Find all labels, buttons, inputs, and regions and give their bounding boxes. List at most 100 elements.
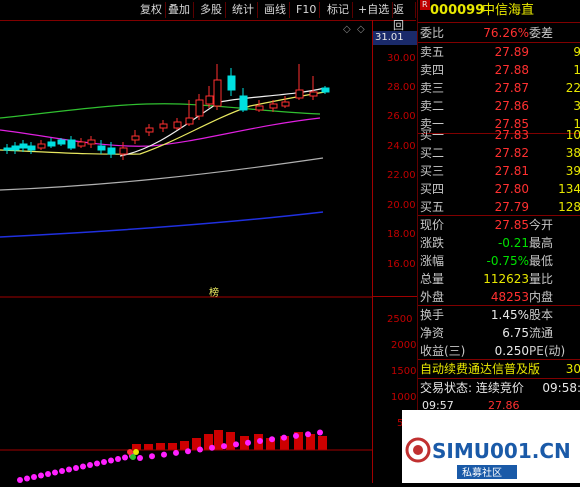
bid-price: 27.83 [494, 128, 529, 142]
candle-body [255, 105, 264, 111]
signal-marker [133, 449, 139, 455]
ask-row[interactable]: 卖三 27.87 22 [418, 79, 580, 97]
quote-label: 外盘 [420, 290, 445, 304]
stat-label: 净资 [420, 326, 445, 340]
draw-line-button[interactable]: 画线 [261, 2, 290, 18]
watermark: SIMU001.CN 私募社区 [402, 410, 580, 483]
ask-row[interactable]: 卖二 27.86 3 [418, 97, 580, 115]
quote-label: 内盘 [529, 290, 554, 304]
bid-volume: 38 [565, 146, 580, 160]
watermark-url: SIMU001.CN [432, 439, 571, 463]
watermark-tagline: 私募社区 [462, 466, 502, 479]
chart-marker: 榜 [209, 286, 219, 299]
quote-row: 外盘 48253 内盘 [418, 288, 580, 306]
add-favorite-button[interactable]: +自选 [355, 2, 394, 18]
diamond-icon[interactable]: ◇ [343, 24, 351, 35]
bid-row[interactable]: 买五 27.79 128 [418, 198, 580, 216]
indicator-dot [149, 453, 155, 460]
bid-price: 27.81 [494, 164, 529, 178]
bid-row[interactable]: 买三 27.81 39 [418, 162, 580, 180]
quote-label: 量比 [529, 272, 554, 286]
quote-value: 27.85 [494, 218, 529, 232]
candle-body [3, 147, 12, 151]
indicator-dot [197, 446, 203, 453]
stat-row: 净资 6.75 流通 [418, 324, 580, 342]
bid-row[interactable]: 买二 27.82 38 [418, 144, 580, 162]
indicator-dot [122, 454, 128, 461]
candle-body [173, 121, 182, 129]
quote-label: 今开 [529, 218, 554, 232]
stat-label: 收益(三) [420, 344, 466, 358]
quote-value: 112623 [483, 272, 529, 286]
statistics-button[interactable]: 统计 [229, 2, 258, 18]
current-price-tag: 31.01 [373, 31, 417, 45]
bid-volume: 128 [558, 200, 580, 214]
bid-label: 买一 [420, 128, 445, 142]
kline-chart[interactable]: ◇ ◇ 榜 [0, 20, 372, 483]
mark-button[interactable]: 标记 [324, 2, 353, 18]
candle-body [107, 147, 116, 155]
volume-tick: 2500 [387, 314, 413, 325]
weibi-row: 委比 76.26% 委差 [420, 26, 554, 40]
trade-status-row: 交易状态: 连续竞价 09:58: [420, 381, 580, 395]
candle-body [239, 95, 248, 111]
promo-row[interactable]: 自动续费通达信普及版 30 [418, 360, 580, 378]
ask-price: 27.89 [494, 45, 529, 59]
quote-value: -0.21 [497, 236, 529, 250]
ask-label: 卖三 [420, 81, 445, 95]
ask-volume: 22 [565, 81, 580, 95]
volume-bar [156, 443, 165, 450]
stat-row: 收益(三) 0.250 PE(动) [418, 342, 580, 360]
diamond-icon[interactable]: ◇ [357, 24, 365, 35]
indicator-dot [269, 436, 275, 443]
candle-body [87, 139, 96, 145]
indicator-dot [257, 438, 263, 444]
indicator-dot [161, 451, 167, 458]
fuquan-button[interactable]: 复权 [137, 2, 166, 18]
bid-label: 买三 [420, 164, 445, 178]
multi-stock-button[interactable]: 多股 [197, 2, 226, 18]
candle-body [145, 127, 154, 133]
trade-time: 09:58: [542, 381, 580, 395]
indicator-dot [101, 459, 107, 465]
quote-value: -0.75% [486, 254, 529, 268]
signal-marker [130, 454, 136, 460]
candle-body [131, 135, 140, 141]
candle-body [27, 145, 36, 151]
candle-body [213, 79, 222, 107]
quote-label: 总量 [420, 272, 445, 286]
indicator-dot [59, 468, 65, 474]
bid-row[interactable]: 买一 27.83 10 [418, 126, 580, 144]
stock-badge: R [420, 0, 430, 10]
stat-value: 0.250 [494, 344, 529, 358]
stock-code: 000099 [430, 3, 485, 18]
watermark-logo: SIMU001.CN 私募社区 [405, 437, 571, 479]
stat-value: 6.75 [502, 326, 529, 340]
bid-volume: 134 [558, 182, 580, 196]
ask-label: 卖四 [420, 63, 445, 77]
stock-header: R 000099 中信海直 [418, 0, 580, 22]
quote-label: 最低 [529, 254, 554, 268]
ask-row[interactable]: 卖四 27.88 1 [418, 61, 580, 79]
ask-row[interactable]: 卖五 27.89 9 [418, 43, 580, 61]
volume-bar [168, 443, 177, 450]
quote-value: 48253 [490, 290, 529, 304]
price-tick: 18.00 [387, 229, 416, 240]
indicator-dot [221, 443, 227, 450]
back-button[interactable]: 返回 [390, 2, 416, 32]
overlay-button[interactable]: 叠加 [165, 2, 194, 18]
stat-label: 换手 [420, 308, 445, 322]
f10-button[interactable]: F10 [293, 2, 321, 18]
bid-row[interactable]: 买四 27.80 134 [418, 180, 580, 198]
stat-label: PE(动) [529, 344, 566, 358]
ask-volume: 9 [573, 45, 580, 59]
candle-body [11, 145, 20, 151]
stock-name: 中信海直 [482, 3, 535, 18]
quote-label: 涨幅 [420, 254, 445, 268]
indicator-dot [245, 439, 251, 446]
indicator-dot [94, 460, 100, 467]
promo-text[interactable]: 自动续费通达信普及版 [420, 360, 540, 378]
candle-body [281, 101, 290, 107]
indicator-dot [281, 434, 287, 441]
quote-row: 总量 112623 量比 [418, 270, 580, 288]
